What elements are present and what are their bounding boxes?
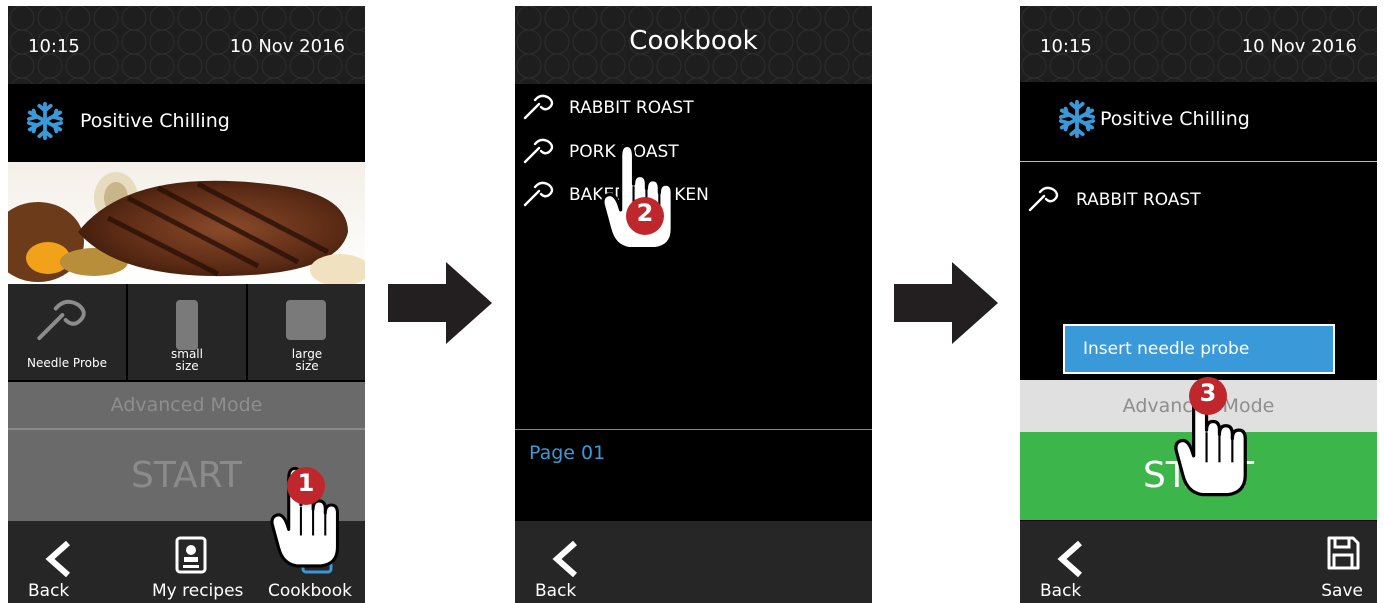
large-size-option[interactable]: large size	[248, 284, 365, 380]
screen-1: 10:15 10 Nov 2016 Positive Chilling Need…	[8, 6, 365, 603]
my-recipes-button[interactable]: My recipes	[138, 521, 258, 603]
date-label: 10 Nov 2016	[229, 36, 345, 57]
step-number: 3	[1199, 379, 1217, 407]
chevron-left-icon	[45, 540, 70, 578]
mode-label: Positive Chilling	[80, 110, 230, 132]
chevron-left-icon	[1057, 540, 1082, 578]
screen-3: 10:15 10 Nov 2016 Positive Chilling RABB…	[1020, 6, 1377, 603]
large-size-label: large size	[291, 347, 323, 373]
small-size-icon	[176, 300, 198, 350]
bottom-nav: Back Save	[1020, 521, 1377, 603]
mode-row[interactable]: Positive Chilling	[8, 84, 365, 162]
page-divider	[515, 429, 872, 430]
status-bar: 10:15 10 Nov 2016	[8, 6, 365, 84]
floppy-disk-icon	[1327, 536, 1360, 570]
food-photo	[8, 162, 365, 284]
mode-row[interactable]: Positive Chilling	[1020, 82, 1377, 160]
small-size-option[interactable]: small size	[128, 284, 248, 380]
needle-probe-icon	[523, 181, 557, 207]
snowflake-icon	[1058, 100, 1096, 138]
snowflake-icon	[26, 102, 64, 140]
needle-probe-icon	[523, 138, 557, 164]
selected-recipe: RABBIT ROAST	[1028, 184, 1348, 220]
back-button[interactable]: Back	[8, 521, 118, 603]
screen-2: Cookbook RABBIT ROAST PORK ROAST BAKED C…	[515, 6, 872, 603]
page-indicator[interactable]: Page 01	[529, 442, 605, 464]
page-title: Cookbook	[629, 26, 758, 56]
clock-time: 10:15	[28, 36, 80, 57]
recipe-list-item[interactable]: PORK ROAST	[523, 136, 843, 172]
probe-options: Needle Probe small size large size	[8, 284, 365, 380]
needle-probe-icon	[523, 94, 557, 120]
divider	[1020, 161, 1377, 162]
title-bar: Cookbook	[515, 6, 872, 84]
clock-time: 10:15	[1040, 36, 1092, 57]
advanced-mode-button[interactable]: Advanced Mode	[8, 382, 365, 428]
chevron-left-icon	[552, 540, 577, 578]
arrow-right-icon	[894, 262, 998, 344]
step-number: 1	[297, 469, 315, 497]
back-label: Back	[1040, 581, 1082, 601]
large-size-icon	[286, 300, 326, 340]
needle-probe-option[interactable]: Needle Probe	[8, 284, 128, 380]
needle-probe-icon	[37, 299, 86, 341]
small-size-label: small size	[171, 347, 203, 373]
steak-image	[8, 162, 365, 284]
date-label: 10 Nov 2016	[1241, 36, 1357, 57]
needle-probe-label: Needle Probe	[27, 356, 107, 370]
mode-label: Positive Chilling	[1100, 108, 1250, 130]
my-recipes-label: My recipes	[152, 581, 244, 601]
status-bar: 10:15 10 Nov 2016	[1020, 6, 1377, 84]
cookbook-label: Cookbook	[268, 581, 352, 601]
arrow-right-icon	[388, 262, 492, 344]
back-button[interactable]: Back	[515, 521, 625, 603]
back-label: Back	[535, 581, 577, 601]
save-button[interactable]: Save	[1287, 521, 1377, 603]
recipe-list-item[interactable]: RABBIT ROAST	[523, 92, 843, 128]
step-number: 2	[636, 199, 654, 227]
recipe-list-item[interactable]: BAKED CHICKEN	[523, 179, 843, 215]
back-label: Back	[28, 581, 70, 601]
back-button[interactable]: Back	[1020, 521, 1130, 603]
recipe-book-icon	[175, 536, 207, 574]
bottom-nav: Back	[515, 521, 872, 603]
needle-probe-icon	[1028, 186, 1062, 212]
recipe-name: RABBIT ROAST	[1076, 190, 1201, 210]
save-label: Save	[1321, 581, 1363, 601]
